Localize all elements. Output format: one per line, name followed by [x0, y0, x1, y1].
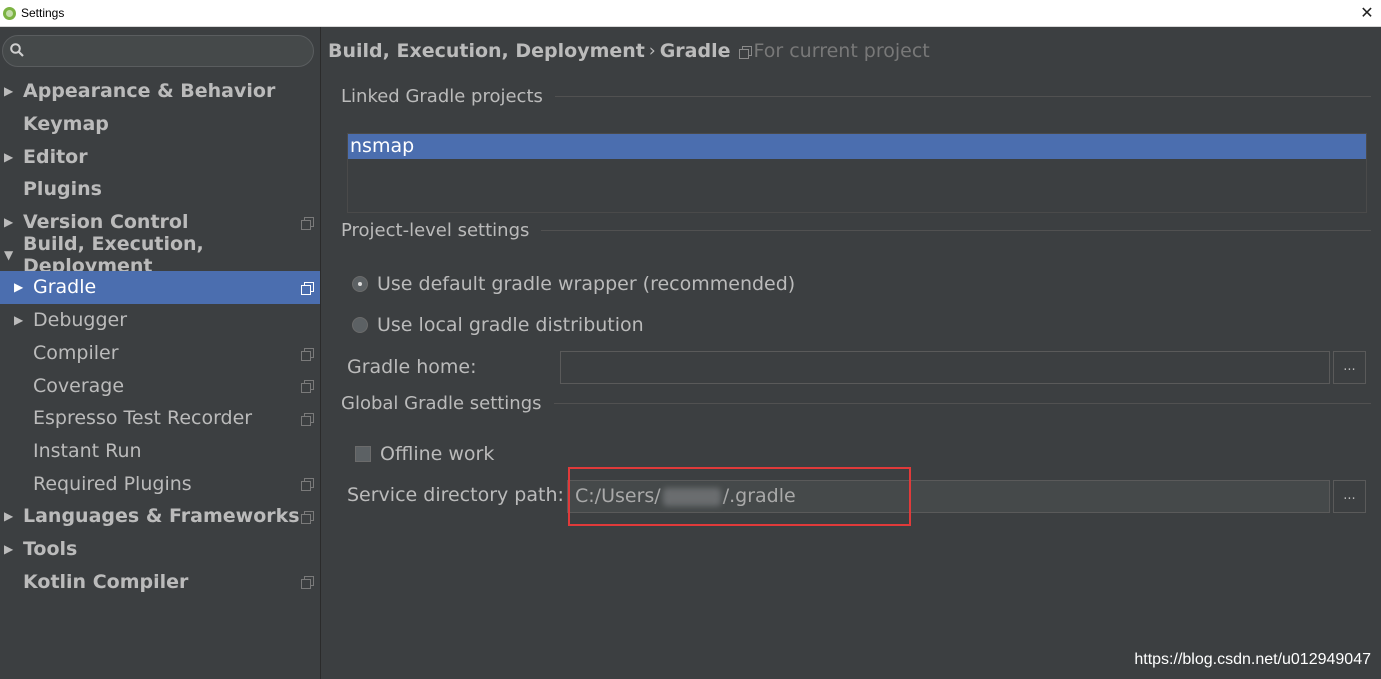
settings-sidebar: ▶ Appearance & Behavior Keymap ▶ Editor … — [0, 27, 321, 679]
gradle-home-label: Gradle home: — [347, 356, 477, 378]
expand-arrow-icon[interactable]: ▶ — [14, 280, 23, 294]
project-scope-icon — [301, 478, 314, 492]
tree-item-required-plugins[interactable]: Required Plugins — [0, 467, 320, 500]
section-divider — [541, 230, 1371, 231]
annotation-highlight-box — [568, 467, 911, 526]
window-title: Settings — [21, 6, 65, 20]
tree-item-label: Espresso Test Recorder — [33, 407, 253, 430]
section-project-level: Project-level settings — [341, 220, 1371, 241]
breadcrumb: Build, Execution, Deployment › Gradle Fo… — [328, 40, 930, 62]
linked-projects-list[interactable]: nsmap — [347, 133, 1367, 213]
checkbox-label: Offline work — [380, 443, 495, 465]
tree-item-label: Gradle — [33, 276, 97, 299]
radio-label: Use local gradle distribution — [377, 314, 644, 336]
project-scope-icon — [301, 510, 314, 524]
tree-item-label: Kotlin Compiler — [23, 570, 189, 593]
gradle-settings-panel: Build, Execution, Deployment › Gradle Fo… — [322, 27, 1381, 679]
tree-item-label: Instant Run — [33, 439, 142, 462]
radio-label: Use default gradle wrapper (recommended) — [377, 273, 796, 295]
collapse-arrow-icon[interactable]: ▼ — [4, 248, 13, 262]
tree-item-label: Required Plugins — [33, 472, 192, 495]
tree-item-tools[interactable]: ▶ Tools — [0, 533, 320, 566]
tree-item-editor[interactable]: ▶ Editor — [0, 140, 320, 173]
tree-item-label: Appearance & Behavior — [23, 80, 276, 103]
radio-default-wrapper[interactable]: Use default gradle wrapper (recommended) — [352, 273, 795, 295]
project-scope-icon — [301, 282, 314, 296]
project-scope-icon — [301, 412, 314, 426]
tree-item-coverage[interactable]: Coverage — [0, 369, 320, 402]
search-box[interactable] — [2, 35, 314, 67]
tree-item-instant-run[interactable]: Instant Run — [0, 435, 320, 468]
watermark: https://blog.csdn.net/u012949047 — [1134, 651, 1371, 668]
project-scope-icon — [301, 576, 314, 590]
gradle-home-field[interactable] — [560, 351, 1330, 384]
search-icon — [10, 43, 24, 57]
section-linked-projects: Linked Gradle projects — [341, 86, 1371, 107]
project-scope-icon — [301, 347, 314, 361]
tree-item-label: Compiler — [33, 341, 119, 364]
tree-item-label: Plugins — [23, 178, 102, 201]
tree-item-label: Keymap — [23, 113, 109, 136]
breadcrumb-scope: For current project — [753, 40, 930, 62]
tree-item-label: Debugger — [33, 309, 128, 332]
gradle-home-browse-button[interactable]: ... — [1333, 351, 1366, 384]
section-divider — [553, 403, 1371, 404]
section-title: Project-level settings — [341, 220, 530, 241]
tree-item-appearance-behavior[interactable]: ▶ Appearance & Behavior — [0, 75, 320, 108]
tree-item-label: Coverage — [33, 374, 125, 397]
radio-button-checked[interactable] — [352, 276, 368, 292]
breadcrumb-current: Gradle — [659, 40, 731, 62]
search-input[interactable] — [31, 40, 301, 62]
title-bar: Settings ✕ — [0, 0, 1381, 27]
tree-item-label: Version Control — [23, 211, 189, 234]
expand-arrow-icon[interactable]: ▶ — [4, 509, 13, 523]
section-title: Linked Gradle projects — [341, 86, 543, 107]
tree-item-debugger[interactable]: ▶ Debugger — [0, 304, 320, 337]
expand-arrow-icon[interactable]: ▶ — [14, 313, 23, 327]
project-scope-icon — [738, 45, 752, 59]
list-item[interactable]: nsmap — [348, 134, 1366, 159]
tree-item-label: Tools — [23, 537, 78, 560]
offline-work-checkbox[interactable] — [355, 446, 371, 462]
project-scope-icon — [301, 216, 314, 230]
tree-item-plugins[interactable]: Plugins — [0, 173, 320, 206]
offline-work-checkbox-row[interactable]: Offline work — [355, 443, 494, 465]
project-scope-icon — [301, 380, 314, 394]
expand-arrow-icon[interactable]: ▶ — [4, 150, 13, 164]
tree-item-build-execution-deployment[interactable]: ▼ Build, Execution, Deployment — [0, 233, 320, 277]
expand-arrow-icon[interactable]: ▶ — [4, 84, 13, 98]
service-directory-browse-button[interactable]: ... — [1333, 480, 1366, 513]
expand-arrow-icon[interactable]: ▶ — [4, 542, 13, 556]
close-button[interactable]: ✕ — [1357, 3, 1377, 23]
tree-item-languages-frameworks[interactable]: ▶ Languages & Frameworks — [0, 500, 320, 533]
breadcrumb-parent: Build, Execution, Deployment — [328, 40, 645, 62]
tree-item-kotlin-compiler[interactable]: Kotlin Compiler — [0, 565, 320, 598]
tree-item-compiler[interactable]: Compiler — [0, 337, 320, 370]
section-divider — [554, 96, 1371, 97]
section-title: Global Gradle settings — [341, 393, 542, 414]
tree-item-espresso-test-recorder[interactable]: Espresso Test Recorder — [0, 402, 320, 435]
section-global: Global Gradle settings — [341, 393, 1371, 414]
service-directory-label: Service directory path: — [347, 484, 564, 506]
tree-item-keymap[interactable]: Keymap — [0, 108, 320, 141]
settings-tree: ▶ Appearance & Behavior Keymap ▶ Editor … — [0, 75, 320, 598]
tree-item-label: Languages & Frameworks — [23, 505, 300, 528]
android-studio-icon — [3, 6, 16, 20]
tree-item-gradle[interactable]: ▶ Gradle — [0, 271, 320, 304]
breadcrumb-separator: › — [648, 41, 656, 61]
radio-button[interactable] — [352, 317, 368, 333]
radio-local-distribution[interactable]: Use local gradle distribution — [352, 314, 644, 336]
tree-item-label: Editor — [23, 145, 88, 168]
expand-arrow-icon[interactable]: ▶ — [4, 215, 13, 229]
